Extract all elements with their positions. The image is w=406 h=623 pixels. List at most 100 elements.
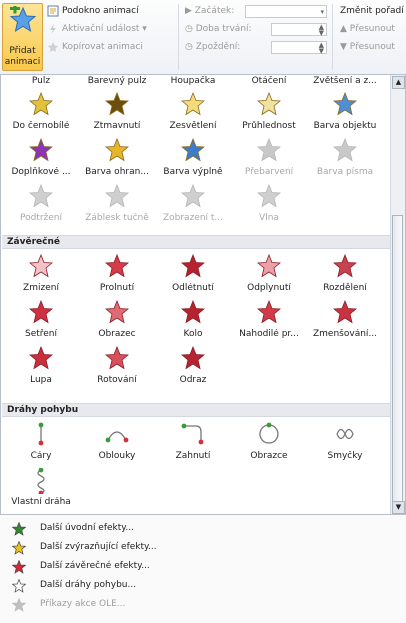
exit-item-setreni[interactable]: Setření	[3, 297, 79, 343]
item-label: Vlastní dráha	[11, 497, 71, 507]
exit-star-icon	[333, 254, 357, 278]
play-icon: ▶	[185, 6, 195, 16]
exit-star-icon	[105, 346, 129, 370]
clock-icon: ◷	[185, 42, 196, 52]
item-label: Zahnutí	[175, 451, 211, 461]
exit-item-prolnuti[interactable]: Prolnutí	[79, 251, 155, 297]
emphasis-item-vlna[interactable]: Vlna	[231, 181, 307, 227]
item-label: Přebarvení	[244, 167, 294, 177]
menu-item-dalsi-drahy-pohybu[interactable]: Další dráhy pohybu...	[0, 576, 406, 595]
motion-item-vlastni-draha[interactable]: Vlastní dráha	[3, 465, 79, 511]
add-animation-label-2: animaci	[4, 57, 41, 67]
item-label: Odlétnutí	[172, 283, 214, 293]
start-label: ▶ Začátek:	[185, 3, 234, 19]
emphasis-item-doplnkove[interactable]: Doplňkové ...	[3, 135, 79, 181]
emphasis-item-zvetseni-a-z[interactable]: Zvětšení a z...	[307, 76, 383, 86]
exit-item-rozdeleni[interactable]: Rozdělení	[307, 251, 383, 297]
custom-path-icon	[37, 468, 45, 494]
emphasis-item-zobrazeni-t[interactable]: Zobrazení t...	[155, 181, 231, 227]
spinner-arrows-icon: ▲ ▼	[318, 23, 324, 37]
emphasis-star-icon	[333, 92, 357, 116]
emphasis-star-icon	[105, 92, 129, 116]
scroll-thumb[interactable]	[392, 215, 403, 505]
exit-star-icon	[257, 254, 281, 278]
gallery-top-labels: Pulz Barevný pulz Houpačka Otáčení Zvětšení …	[1, 75, 391, 89]
motion-item-obrazce[interactable]: Obrazce	[231, 419, 307, 465]
emphasis-item-barva-pisma[interactable]: Barva písma	[307, 135, 383, 181]
menu-item-dalsi-uvodni-efekty[interactable]: Další úvodní efekty...	[0, 519, 406, 538]
move-later-button[interactable]: ▼ Přesunout	[340, 39, 395, 55]
motion-item-cary[interactable]: Čáry	[3, 419, 79, 465]
item-label: Barva ohran...	[85, 167, 149, 177]
exit-item-obrazec[interactable]: Obrazec	[79, 297, 155, 343]
emphasis-star-icon	[181, 92, 205, 116]
menu-item-dalsi-zaverecne-efekty[interactable]: Další závěrečné efekty...	[0, 557, 406, 576]
emphasis-item-barva-objektu[interactable]: Barva objektu	[307, 89, 383, 135]
copy-animation-button[interactable]: Kopírovat animaci	[47, 39, 143, 55]
menu-item-dalsi-zvyraznujici-efekty[interactable]: Další zvýrazňující efekty...	[0, 538, 406, 557]
emphasis-item-zablesk-tucne[interactable]: Záblesk tučně	[79, 181, 155, 227]
item-label: Obrazce	[250, 451, 288, 461]
exit-item-nahodile-pr[interactable]: Nahodilé pr...	[231, 297, 307, 343]
delay-spinner[interactable]: ▲ ▼	[271, 41, 327, 55]
scroll-up-button[interactable]: ▲	[392, 76, 405, 89]
add-animation-star-icon	[9, 6, 37, 33]
add-animation-button[interactable]: Přidat animaci	[2, 3, 43, 71]
exit-item-odplynuti[interactable]: Odplynutí	[231, 251, 307, 297]
emphasis-item-podtrzeni[interactable]: Podtržení	[3, 181, 79, 227]
emphasis-star-icon	[257, 138, 281, 162]
emphasis-item-barva-ohran[interactable]: Barva ohran...	[79, 135, 155, 181]
exit-item-odraz[interactable]: Odraz	[155, 343, 231, 389]
emphasis-item-barevny-pulz[interactable]: Barevný pulz	[79, 76, 155, 86]
item-label: Průhlednost	[242, 121, 296, 131]
exit-star-icon	[29, 300, 53, 324]
item-label: Odraz	[179, 375, 207, 385]
exit-item-zmizeni[interactable]: Zmizení	[3, 251, 79, 297]
motion-item-zahnuti[interactable]: Zahnutí	[155, 419, 231, 465]
reorder-label: Změnit pořadí	[340, 6, 404, 16]
animation-gallery: Pulz Barevný pulz Houpačka Otáčení Zvětšení …	[0, 74, 406, 515]
exit-item-rotovani[interactable]: Rotování	[79, 343, 155, 389]
exit-item-odletnuti[interactable]: Odlétnutí	[155, 251, 231, 297]
circle-path-icon	[259, 422, 279, 444]
menu-item-prikazy-akce-ole[interactable]: Příkazy akce OLE...	[0, 595, 406, 614]
emphasis-item-zesvetleni[interactable]: Zesvětlení	[155, 89, 231, 135]
exit-item-lupa[interactable]: Lupa	[3, 343, 79, 389]
item-label: Zesvětlení	[169, 121, 217, 131]
animation-pane-button[interactable]: Podokno animací	[47, 3, 139, 19]
item-label: Čáry	[30, 451, 52, 461]
emphasis-item-otaceni[interactable]: Otáčení	[231, 76, 307, 86]
animation-pane-label: Podokno animací	[62, 6, 139, 16]
exit-item-kolo[interactable]: Kolo	[155, 297, 231, 343]
chevron-down-icon: ▾	[139, 24, 147, 34]
gallery-scrollbar[interactable]: ▲ ▼	[390, 75, 405, 514]
emphasis-item-prebarveni[interactable]: Přebarvení	[231, 135, 307, 181]
emphasis-item-houpacka[interactable]: Houpačka	[155, 76, 231, 86]
motion-item-smycky[interactable]: Smyčky	[307, 419, 383, 465]
emphasis-star-icon	[29, 138, 53, 162]
start-label-text: Začátek:	[194, 6, 235, 16]
duration-spinner[interactable]: ▲ ▼	[271, 23, 327, 37]
loop-path-icon	[336, 428, 354, 440]
duration-label: ◷ Doba trvání:	[185, 21, 252, 37]
emphasis-item-pruhlednost[interactable]: Průhlednost	[231, 89, 307, 135]
item-label: Smyčky	[327, 451, 363, 461]
start-select[interactable]: ▾	[245, 5, 327, 18]
exit-item-zmensovani[interactable]: Zmenšování...	[307, 297, 383, 343]
emphasis-item-pulz[interactable]: Pulz	[3, 76, 79, 86]
emphasis-item-do-cernobile[interactable]: Do černobílé	[3, 89, 79, 135]
menu-item-label: Další úvodní efekty...	[40, 523, 134, 533]
animation-painter-icon	[48, 41, 58, 52]
move-earlier-label: Přesunout	[349, 24, 395, 34]
trigger-button[interactable]: Aktivační událost ▾	[47, 21, 147, 37]
exit-star-icon	[29, 254, 53, 278]
exit-star-icon	[181, 346, 205, 370]
exit-star-icon	[181, 300, 205, 324]
move-earlier-button[interactable]: ▲ Přesunout	[340, 21, 395, 37]
add-animation-label-1: Přidat	[9, 46, 36, 56]
motion-item-oblouky[interactable]: Oblouky	[79, 419, 155, 465]
emphasis-item-barva-vyplne[interactable]: Barva výplně	[155, 135, 231, 181]
emphasis-item-ztmavnuti[interactable]: Ztmavnutí	[79, 89, 155, 135]
scroll-down-button[interactable]: ▼	[392, 501, 405, 514]
ribbon-separator	[178, 4, 179, 70]
